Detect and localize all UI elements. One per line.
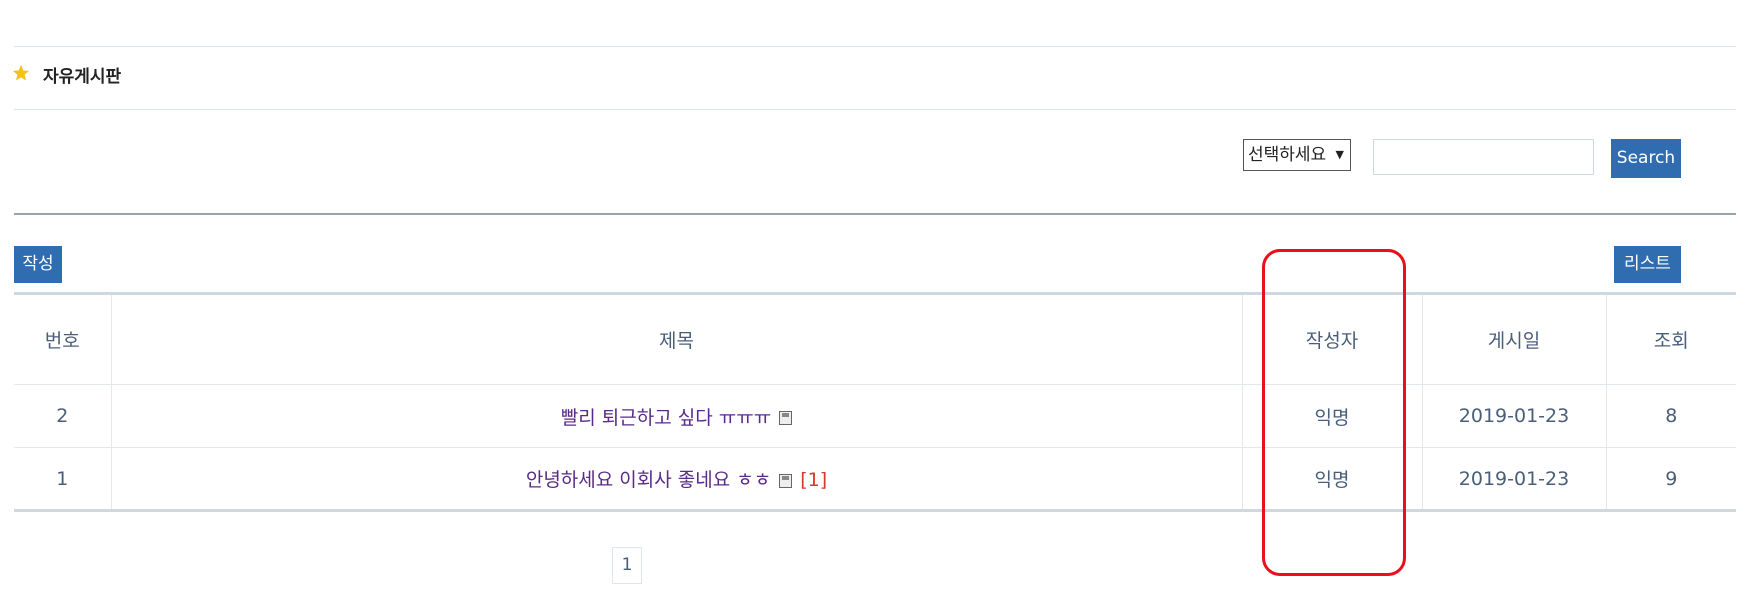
table-row: 2 빨리 퇴근하고 싶다 ㅠㅠㅠ 익명 2019-01-23 8 xyxy=(14,384,1736,448)
file-icon xyxy=(779,473,793,488)
post-number: 2 xyxy=(14,384,112,448)
star-icon xyxy=(12,64,30,81)
write-button[interactable]: 작성 xyxy=(14,246,62,283)
search-button[interactable]: Search xyxy=(1611,139,1681,178)
post-date: 2019-01-23 xyxy=(1422,447,1607,511)
list-button[interactable]: 리스트 xyxy=(1614,246,1681,283)
search-input[interactable] xyxy=(1373,139,1594,175)
post-title-cell: 안녕하세요 이회사 좋네요 ㅎㅎ [1] xyxy=(111,447,1243,511)
board-title: 자유게시판 xyxy=(43,67,122,87)
title-divider xyxy=(14,109,1736,110)
file-icon xyxy=(779,411,793,425)
post-date: 2019-01-23 xyxy=(1422,384,1607,448)
post-views: 9 xyxy=(1665,467,1678,490)
table-header-row: 번호 제목 작성자 게시일 조회 xyxy=(14,293,1736,385)
board-table: 번호 제목 작성자 게시일 조회 2 빨리 퇴근하고 싶다 ㅠㅠㅠ 익명 201… xyxy=(14,292,1736,512)
search-divider xyxy=(14,213,1736,215)
post-title-link[interactable]: 빨리 퇴근하고 싶다 ㅠㅠㅠ xyxy=(561,407,771,429)
column-header-number: 번호 xyxy=(14,293,112,385)
post-number: 1 xyxy=(14,447,112,511)
post-views: 8 xyxy=(1665,405,1678,427)
table-row: 1 안녕하세요 이회사 좋네요 ㅎㅎ [1] 익명 2019-01-23 9 xyxy=(14,447,1736,511)
search-category-select[interactable]: 선택하세요 ▼ xyxy=(1243,139,1351,171)
comment-count[interactable]: [1] xyxy=(800,469,827,491)
column-header-title: 제목 xyxy=(111,293,1243,385)
post-title-link[interactable]: 안녕하세요 이회사 좋네요 ㅎㅎ xyxy=(526,469,771,491)
pagination-page-1[interactable]: 1 xyxy=(612,547,642,584)
column-header-views: 조회 xyxy=(1653,330,1689,352)
post-title-cell: 빨리 퇴근하고 싶다 ㅠㅠㅠ xyxy=(111,384,1243,448)
column-header-date: 게시일 xyxy=(1422,293,1607,385)
select-value: 선택하세요 xyxy=(1248,145,1327,165)
dropdown-arrow-icon: ▼ xyxy=(1335,148,1344,161)
top-divider xyxy=(14,46,1736,47)
author-column-highlight xyxy=(1262,249,1406,576)
